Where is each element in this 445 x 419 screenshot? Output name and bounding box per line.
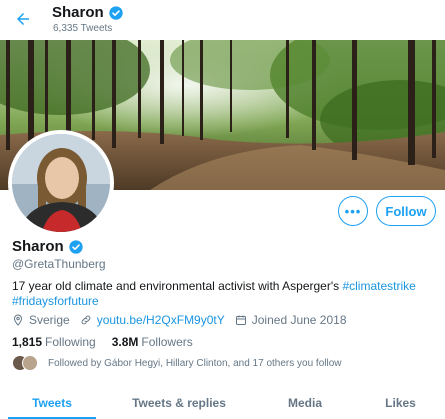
header-name: Sharon bbox=[52, 4, 104, 21]
followed-by-row[interactable]: Followed by Gábor Hegyi, Hillary Clinton… bbox=[12, 355, 341, 371]
tweet-count: 6,335 Tweets bbox=[53, 23, 113, 34]
website-link[interactable]: youtu.be/H2QxFM9y0tY bbox=[97, 313, 225, 327]
header-name-row: Sharon bbox=[52, 4, 124, 21]
profile-tabs: Tweets Tweets & replies Media Likes bbox=[0, 387, 445, 419]
verified-badge-icon bbox=[109, 5, 123, 20]
calendar-icon bbox=[235, 315, 246, 325]
tab-likes[interactable]: Likes bbox=[356, 387, 445, 419]
location-item: Sverige bbox=[12, 313, 70, 327]
follow-button[interactable]: Follow bbox=[376, 196, 436, 226]
more-options-button[interactable]: ••• bbox=[338, 196, 368, 226]
joined-item: Joined June 2018 bbox=[235, 313, 347, 327]
follower-avatars bbox=[12, 355, 40, 371]
profile-avatar[interactable] bbox=[8, 130, 114, 236]
following-label: Following bbox=[45, 335, 96, 349]
joined-text: Joined June 2018 bbox=[251, 313, 347, 327]
profile-bio: 17 year old climate and environmental ac… bbox=[12, 279, 432, 309]
profile-meta: Sverige youtu.be/H2QxFM9y0tY Joined June… bbox=[12, 313, 357, 327]
location-text: Sverige bbox=[29, 313, 70, 327]
following-stat[interactable]: 1,815 Following bbox=[12, 335, 96, 349]
avatar-image bbox=[12, 134, 110, 232]
profile-handle: @GretaThunberg bbox=[12, 257, 106, 271]
profile-name: Sharon bbox=[12, 238, 64, 255]
hashtag-link[interactable]: #fridaysforfuture bbox=[12, 294, 99, 308]
profile-stats: 1,815 Following 3.8M Followers bbox=[12, 335, 209, 349]
tab-tweets-replies[interactable]: Tweets & replies bbox=[104, 387, 254, 419]
hashtag-link[interactable]: #climatestrike bbox=[342, 279, 415, 293]
followers-label: Followers bbox=[141, 335, 193, 349]
location-pin-icon bbox=[13, 314, 23, 326]
website-item: youtu.be/H2QxFM9y0tY bbox=[80, 313, 225, 327]
top-bar: Sharon 6,335 Tweets bbox=[0, 0, 445, 40]
followed-by-text: Followed by Gábor Hegyi, Hillary Clinton… bbox=[48, 357, 342, 369]
bio-text: 17 year old climate and environmental ac… bbox=[12, 279, 343, 293]
link-icon bbox=[81, 315, 91, 325]
profile-name-row: Sharon bbox=[12, 238, 84, 255]
avatar bbox=[22, 355, 38, 371]
verified-badge-icon bbox=[69, 239, 83, 254]
tab-media[interactable]: Media bbox=[254, 387, 356, 419]
back-button[interactable] bbox=[12, 8, 34, 30]
followers-stat[interactable]: 3.8M Followers bbox=[112, 335, 193, 349]
following-count: 1,815 bbox=[12, 335, 43, 349]
arrow-left-icon bbox=[17, 13, 29, 25]
followers-count: 3.8M bbox=[111, 335, 139, 349]
tab-tweets[interactable]: Tweets bbox=[0, 387, 104, 419]
